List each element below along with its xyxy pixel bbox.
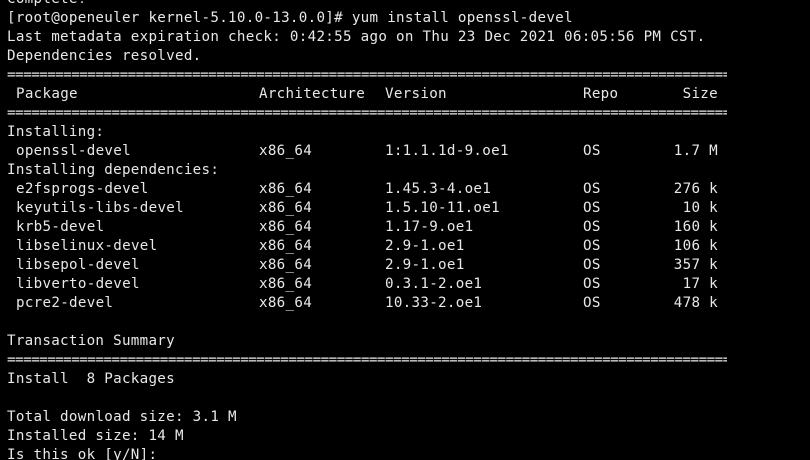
table-rule-header: ========================================…	[7, 105, 727, 121]
header-version: Version	[385, 86, 447, 102]
package-version: 0.3.1-2.oe1	[385, 276, 483, 292]
installing-deps-label: Installing dependencies:	[7, 162, 220, 178]
package-size: 276 k	[673, 181, 718, 197]
package-repo: OS	[583, 257, 601, 273]
terminal-line-complete: Complete!	[7, 0, 87, 9]
header-architecture: Architecture	[259, 86, 366, 102]
package-name: krb5-devel	[16, 219, 105, 235]
terminal-prompt-line: [root@openeuler kernel-5.10.0-13.0.0]# y…	[7, 10, 573, 26]
installing-label: Installing:	[7, 124, 105, 140]
package-repo: OS	[583, 295, 601, 311]
package-repo: OS	[583, 143, 601, 159]
dependency-row: libsepol-devel x86_64 2.9-1.oe1 OS 357 k	[7, 256, 727, 275]
package-size: 106 k	[673, 238, 718, 254]
header-repo: Repo	[583, 86, 619, 102]
package-repo: OS	[583, 200, 601, 216]
table-rule-top: ========================================…	[7, 67, 727, 83]
terminal-metadata-line: Last metadata expiration check: 0:42:55 …	[7, 29, 706, 45]
package-repo: OS	[583, 276, 601, 292]
terminal-window[interactable]: Complete! [root@openeuler kernel-5.10.0-…	[0, 0, 810, 460]
package-size: 1.7 M	[673, 143, 718, 159]
dependency-row: libselinux-devel x86_64 2.9-1.oe1 OS 106 k	[7, 237, 727, 256]
package-name: pcre2-devel	[16, 295, 114, 311]
package-size: 478 k	[673, 295, 718, 311]
package-repo: OS	[583, 219, 601, 235]
installing-row: openssl-devel x86_64 1:1.1.1d-9.oe1 OS 1.7 M	[7, 142, 727, 161]
dependency-row: e2fsprogs-devel x86_64 1.45.3-4.oe1 OS 276 k	[7, 180, 727, 199]
transaction-summary-label: Transaction Summary	[7, 333, 175, 349]
package-size: 17 k	[682, 276, 718, 292]
package-name: e2fsprogs-devel	[16, 181, 149, 197]
package-version: 2.9-1.oe1	[385, 257, 465, 273]
package-size: 10 k	[682, 200, 718, 216]
package-version: 10.33-2.oe1	[385, 295, 483, 311]
package-arch: x86_64	[259, 219, 313, 235]
package-version: 1.17-9.oe1	[385, 219, 474, 235]
dependency-row: libverto-devel x86_64 0.3.1-2.oe1 OS 17 k	[7, 275, 727, 294]
package-size: 357 k	[673, 257, 718, 273]
package-arch: x86_64	[259, 200, 313, 216]
package-name: keyutils-libs-devel	[16, 200, 184, 216]
package-arch: x86_64	[259, 238, 313, 254]
package-name: libverto-devel	[16, 276, 140, 292]
table-rule-summary: ========================================…	[7, 352, 727, 368]
package-version: 1.45.3-4.oe1	[385, 181, 492, 197]
package-arch: x86_64	[259, 181, 313, 197]
dependency-row: pcre2-devel x86_64 10.33-2.oe1 OS 478 k	[7, 294, 727, 313]
package-repo: OS	[583, 238, 601, 254]
table-header-row: Package Architecture Version Repo Size	[7, 85, 727, 104]
package-arch: x86_64	[259, 276, 313, 292]
package-repo: OS	[583, 181, 601, 197]
package-arch: x86_64	[259, 295, 313, 311]
header-package: Package	[16, 86, 78, 102]
package-arch: x86_64	[259, 257, 313, 273]
dependency-row: keyutils-libs-devel x86_64 1.5.10-11.oe1 OS…	[7, 199, 727, 218]
package-version: 2.9-1.oe1	[385, 238, 465, 254]
package-version: 1:1.1.1d-9.oe1	[385, 143, 509, 159]
dependency-row: krb5-devel x86_64 1.17-9.oe1 OS 160 k	[7, 218, 727, 237]
confirm-prompt-line[interactable]: Is this ok [y/N]:	[7, 446, 157, 460]
package-arch: x86_64	[259, 143, 313, 159]
total-download-line: Total download size: 3.1 M	[7, 409, 237, 425]
package-name: libsepol-devel	[16, 257, 140, 273]
terminal-deps-resolved-line: Dependencies resolved.	[7, 48, 202, 64]
package-name: libselinux-devel	[16, 238, 158, 254]
package-version: 1.5.10-11.oe1	[385, 200, 500, 216]
installed-size-line: Installed size: 14 M	[7, 428, 184, 444]
package-size: 160 k	[673, 219, 718, 235]
install-count-line: Install 8 Packages	[7, 371, 175, 387]
header-size: Size	[682, 86, 718, 102]
package-name: openssl-devel	[16, 143, 131, 159]
